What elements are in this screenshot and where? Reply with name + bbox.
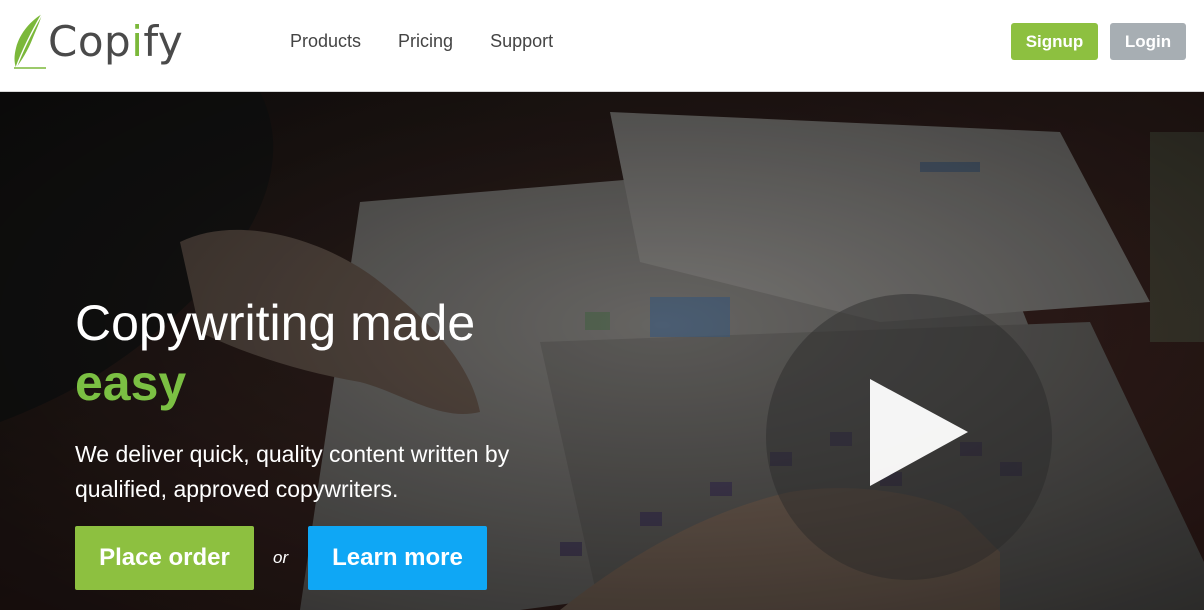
top-navbar: Copify Products Pricing Support Signup L… <box>0 0 1204 92</box>
hero-subtext: We deliver quick, quality content writte… <box>75 441 510 502</box>
login-button[interactable]: Login <box>1110 23 1186 60</box>
play-video-icon[interactable] <box>764 292 1054 582</box>
signup-button[interactable]: Signup <box>1011 23 1098 60</box>
learn-more-button[interactable]: Learn more <box>308 526 487 590</box>
place-order-button[interactable]: Place order <box>75 526 254 590</box>
main-nav: Products Pricing Support <box>290 30 590 52</box>
copify-logo[interactable]: Copify <box>12 12 183 70</box>
nav-products[interactable]: Products <box>290 30 361 52</box>
hero-headline-highlight: easy <box>75 355 187 411</box>
nav-support[interactable]: Support <box>490 30 553 52</box>
hero-section: Copywriting made easy We deliver quick, … <box>0 92 1204 610</box>
nav-pricing[interactable]: Pricing <box>398 30 453 52</box>
or-separator: or <box>273 548 289 567</box>
hero-headline: Copywriting made <box>75 295 476 351</box>
quill-icon <box>14 13 46 69</box>
logo-wordmark: Copify <box>48 16 184 66</box>
